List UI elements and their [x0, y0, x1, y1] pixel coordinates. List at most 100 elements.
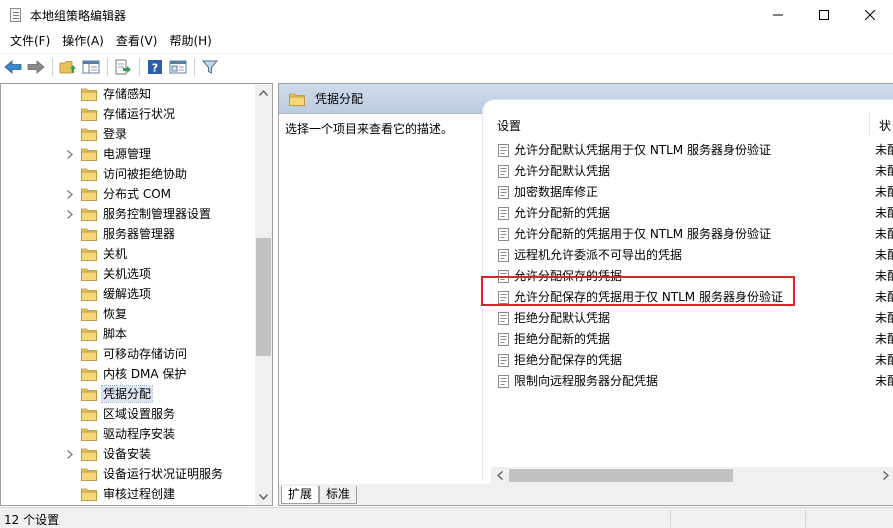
- scroll-left-arrow[interactable]: [491, 467, 508, 484]
- back-button[interactable]: [2, 56, 24, 78]
- svg-text:?: ?: [152, 62, 158, 75]
- tree-item[interactable]: 访问被拒绝协助: [1, 164, 256, 184]
- policy-row[interactable]: 远程机允许委派不可导出的凭据 未配: [483, 245, 893, 266]
- tree-item[interactable]: 登录: [1, 124, 256, 144]
- menu-bar: 文件(F) 操作(A) 查看(V) 帮助(H): [0, 30, 893, 52]
- show-hide-tree-icon: [82, 60, 100, 74]
- tree-item[interactable]: 缓解选项: [1, 284, 256, 304]
- policy-row[interactable]: 允许分配新的凭据 未配: [483, 203, 893, 224]
- tree-item-label: 可移动存储访问: [103, 347, 188, 361]
- tab-extended[interactable]: 扩展: [281, 486, 320, 504]
- folder-icon: [81, 287, 97, 301]
- policy-state: 未配: [875, 185, 893, 199]
- up-one-level-button[interactable]: [57, 56, 79, 78]
- expand-chevron-icon[interactable]: [64, 148, 76, 160]
- scroll-down-arrow[interactable]: [255, 488, 272, 505]
- scroll-right-arrow[interactable]: [877, 467, 893, 484]
- help-icon: ?: [148, 60, 162, 75]
- policy-row[interactable]: 拒绝分配默认凭据 未配: [483, 308, 893, 329]
- properties-button[interactable]: [167, 56, 189, 78]
- tree-item[interactable]: 恢复: [1, 304, 256, 324]
- tree-item[interactable]: 设备安装: [1, 444, 256, 464]
- tree-item[interactable]: 关机选项: [1, 264, 256, 284]
- menu-help[interactable]: 帮助(H): [163, 31, 217, 51]
- policy-setting-icon: [497, 144, 510, 157]
- policy-setting-icon: [497, 228, 510, 241]
- policy-state: 未配: [875, 353, 893, 367]
- folder-icon: [81, 407, 97, 421]
- scroll-thumb[interactable]: [256, 238, 271, 356]
- tab-standard[interactable]: 标准: [319, 486, 358, 504]
- policy-row[interactable]: 允许分配保存的凭据 未配: [483, 266, 893, 287]
- column-divider[interactable]: [869, 113, 870, 135]
- expand-chevron-icon[interactable]: [64, 448, 76, 460]
- minimize-icon: [773, 14, 783, 16]
- tree-item[interactable]: 服务器管理器: [1, 224, 256, 244]
- minimize-button[interactable]: [755, 0, 801, 30]
- tree-item[interactable]: 分布式 COM: [1, 184, 256, 204]
- policy-setting-icon: [497, 249, 510, 262]
- tree-item[interactable]: 内核 DMA 保护: [1, 364, 256, 384]
- maximize-button[interactable]: [801, 0, 847, 30]
- column-header-state[interactable]: 状: [879, 117, 891, 134]
- tree-item[interactable]: 存储运行状况: [1, 104, 256, 124]
- policy-state: 未配: [875, 248, 893, 262]
- tree-pane[interactable]: 存储感知存储运行状况登录 电源管理 访问被拒绝协助 分布式 COM 服务控制管理器设置服…: [0, 83, 273, 506]
- tree-item[interactable]: 服务控制管理器设置: [1, 204, 256, 224]
- menu-view[interactable]: 查看(V): [110, 31, 164, 51]
- close-button[interactable]: [847, 0, 893, 30]
- tree-item[interactable]: 驱动程序安装: [1, 424, 256, 444]
- tree-item[interactable]: 关机: [1, 244, 256, 264]
- policy-row[interactable]: 限制向远程服务器分配凭据 未配: [483, 371, 893, 392]
- tree-item-label: 存储运行状况: [103, 107, 176, 121]
- details-pane: 凭据分配 选择一个项目来查看它的描述。 设置 状 允许分配默认凭据用于仅 NTL…: [278, 83, 893, 506]
- tree-item[interactable]: 设备运行状况证明服务: [1, 464, 256, 484]
- folder-icon: [81, 347, 97, 361]
- policy-row[interactable]: 允许分配保存的凭据用于仅 NTLM 服务器身份验证 未配: [483, 287, 893, 308]
- tree-item[interactable]: 存储感知: [1, 84, 256, 104]
- tree-vertical-scrollbar[interactable]: [255, 84, 272, 505]
- scroll-thumb[interactable]: [509, 469, 733, 482]
- policy-name: 拒绝分配新的凭据: [514, 332, 611, 346]
- tree-item-label: 存储感知: [103, 87, 152, 101]
- policy-row[interactable]: 允许分配新的凭据用于仅 NTLM 服务器身份验证 未配: [483, 224, 893, 245]
- tree-list: 存储感知存储运行状况登录 电源管理 访问被拒绝协助 分布式 COM 服务控制管理器设置服…: [1, 84, 256, 504]
- tree-item[interactable]: 审核过程创建: [1, 484, 256, 504]
- list-horizontal-scrollbar[interactable]: [491, 467, 893, 484]
- export-list-icon: [115, 59, 131, 75]
- filter-icon: [201, 60, 219, 74]
- tree-item[interactable]: 区域设置服务: [1, 404, 256, 424]
- scroll-up-arrow[interactable]: [255, 84, 272, 101]
- menu-action[interactable]: 操作(A): [56, 31, 110, 51]
- toolbar-separator: [139, 58, 140, 76]
- filter-button[interactable]: [199, 56, 221, 78]
- policy-row[interactable]: 允许分配默认凭据用于仅 NTLM 服务器身份验证 未配: [483, 140, 893, 161]
- tree-item[interactable]: 电源管理: [1, 144, 256, 164]
- column-header-setting[interactable]: 设置: [497, 117, 521, 134]
- export-list-button[interactable]: [112, 56, 134, 78]
- tree-item[interactable]: 脚本: [1, 324, 256, 344]
- tree-item[interactable]: 凭据分配: [1, 384, 256, 404]
- forward-button[interactable]: [25, 56, 47, 78]
- toolbar-separator: [194, 58, 195, 76]
- show-hide-tree-button[interactable]: [80, 56, 102, 78]
- policy-row[interactable]: 允许分配默认凭据 未配: [483, 161, 893, 182]
- tree-item-label: 设备运行状况证明服务: [103, 467, 224, 481]
- close-icon: [865, 10, 875, 20]
- policy-editor-app-icon: [8, 7, 24, 23]
- title-bar: 本地组策略编辑器: [0, 0, 893, 30]
- expand-chevron-icon[interactable]: [64, 208, 76, 220]
- policy-name: 限制向远程服务器分配凭据: [514, 374, 659, 388]
- help-button[interactable]: ?: [144, 56, 166, 78]
- policy-row[interactable]: 加密数据库修正 未配: [483, 182, 893, 203]
- policy-setting-icon: [497, 165, 510, 178]
- chevron-left-icon: [496, 471, 503, 480]
- expand-chevron-icon[interactable]: [64, 188, 76, 200]
- folder-icon: [81, 247, 97, 261]
- policy-row[interactable]: 拒绝分配新的凭据 未配: [483, 329, 893, 350]
- menu-file[interactable]: 文件(F): [4, 31, 56, 51]
- status-separator: [670, 510, 671, 527]
- policy-row[interactable]: 拒绝分配保存的凭据 未配: [483, 350, 893, 371]
- policy-name: 允许分配新的凭据: [514, 206, 611, 220]
- tree-item[interactable]: 可移动存储访问: [1, 344, 256, 364]
